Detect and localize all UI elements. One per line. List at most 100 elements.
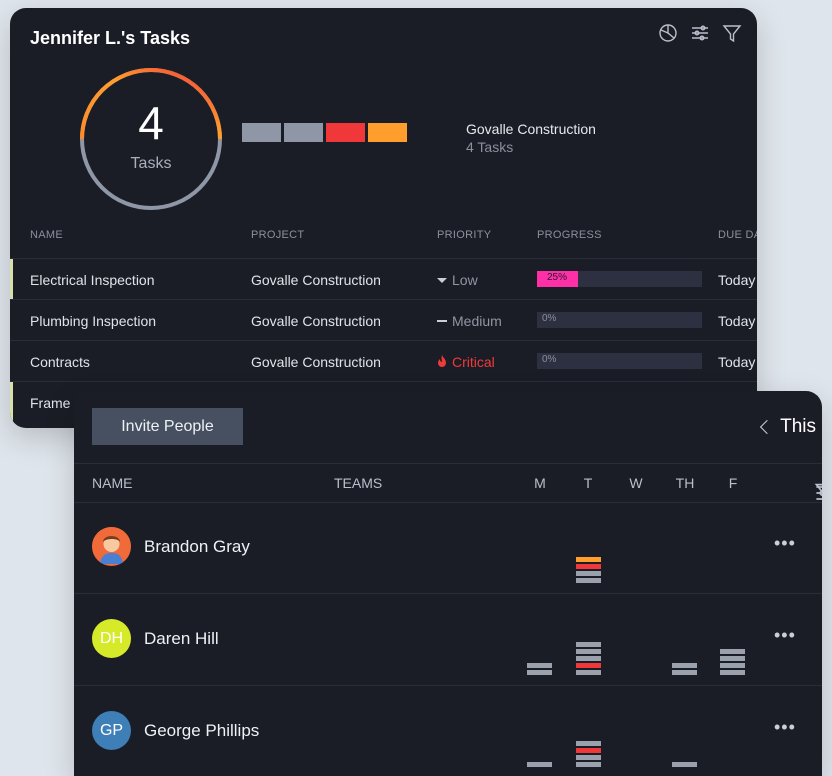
priority-label: Critical xyxy=(452,354,495,370)
workload-block-gray xyxy=(527,663,552,668)
progress-bar: 0% xyxy=(537,353,702,369)
column-header-teams[interactable]: TEAMS xyxy=(334,475,382,491)
task-due-date: Today xyxy=(718,313,756,329)
dash-icon xyxy=(437,320,447,322)
task-name[interactable]: Contracts xyxy=(30,354,90,370)
workload-block-gray xyxy=(720,670,745,675)
workload-t[interactable] xyxy=(576,741,601,767)
workload-block-gray xyxy=(720,649,745,654)
workload-th[interactable] xyxy=(672,663,697,675)
workload-block-gray xyxy=(576,649,601,654)
invite-people-button[interactable]: Invite People xyxy=(92,408,243,445)
workload-block-gray xyxy=(720,656,745,661)
day-header-wednesday: W xyxy=(629,475,643,491)
workload-th[interactable] xyxy=(672,762,697,767)
workload-t[interactable] xyxy=(576,642,601,675)
progress-label: 0% xyxy=(542,354,557,365)
pie-chart-icon[interactable] xyxy=(657,22,679,44)
workload-block-gray xyxy=(527,762,552,767)
task-project: Govalle Construction xyxy=(251,313,381,329)
project-task-count: 4 Tasks xyxy=(466,139,514,155)
member-row[interactable]: DH Daren Hill ••• xyxy=(74,593,822,686)
workload-block-gray xyxy=(576,656,601,661)
priority-low[interactable]: Low xyxy=(437,272,478,288)
team-workload-card: Invite People This NAME TEAMS M T W TH F… xyxy=(74,391,822,776)
week-label: This xyxy=(780,416,816,437)
status-segment-gray xyxy=(242,123,281,142)
status-segment-gray xyxy=(284,123,323,142)
week-navigator: This xyxy=(760,416,816,438)
task-name[interactable]: Plumbing Inspection xyxy=(30,313,156,329)
arrow-down-icon xyxy=(437,277,447,283)
column-header-name[interactable]: NAME xyxy=(30,229,63,241)
flame-icon xyxy=(437,354,447,370)
task-project: Govalle Construction xyxy=(251,354,381,370)
member-name[interactable]: Daren Hill xyxy=(144,629,219,649)
workload-t[interactable] xyxy=(576,557,601,583)
workload-f[interactable] xyxy=(720,649,745,675)
project-name: Govalle Construction xyxy=(466,121,596,137)
column-header-progress[interactable]: PROGRESS xyxy=(537,229,602,241)
column-header-project[interactable]: PROJECT xyxy=(251,229,304,241)
table-row[interactable]: Plumbing Inspection Govalle Construction M… xyxy=(10,299,757,341)
avatar[interactable]: DH xyxy=(92,619,131,658)
status-segment-orange xyxy=(368,123,407,142)
task-due-date: Today xyxy=(718,354,756,370)
day-header-thursday: TH xyxy=(675,475,695,491)
table-row[interactable]: Electrical Inspection Govalle Constructio… xyxy=(10,258,757,300)
workload-block-gray xyxy=(576,578,601,583)
person-avatar-icon xyxy=(92,527,131,566)
table-row[interactable]: Contracts Govalle Construction Critical 0% T… xyxy=(10,340,757,382)
member-name[interactable]: Brandon Gray xyxy=(144,537,250,557)
avatar[interactable] xyxy=(92,527,131,566)
day-header-monday: M xyxy=(534,475,546,491)
workload-block-red xyxy=(576,564,601,569)
avatar[interactable]: GP xyxy=(92,711,131,750)
sliders-icon[interactable] xyxy=(689,22,711,44)
more-options-icon[interactable]: ••• xyxy=(774,533,796,554)
column-header-name[interactable]: NAME xyxy=(92,475,132,491)
priority-label: Low xyxy=(452,272,478,288)
more-options-icon[interactable]: ••• xyxy=(774,717,796,738)
chevron-left-icon[interactable] xyxy=(760,419,775,435)
team-table-header: NAME TEAMS M T W TH F xyxy=(74,463,822,503)
page-title: Jennifer L.'s Tasks xyxy=(30,28,191,48)
progress-label: 0% xyxy=(542,313,557,324)
member-row[interactable]: Brandon Gray ••• xyxy=(74,501,822,594)
workload-block-gray xyxy=(672,762,697,767)
workload-block-gray xyxy=(672,663,697,668)
tasks-card: Jennifer L.'s Tasks 4 Tasks Govalle Cons… xyxy=(10,8,757,428)
filter-icon[interactable] xyxy=(721,22,743,44)
tasks-toolbar xyxy=(657,22,743,44)
task-status-bar xyxy=(242,123,407,142)
workload-block-gray xyxy=(576,670,601,675)
day-header-friday: F xyxy=(728,475,738,491)
task-count-label: Tasks xyxy=(130,155,172,172)
task-name[interactable]: Frame xyxy=(30,395,70,411)
workload-block-gray xyxy=(576,571,601,576)
member-name[interactable]: George Phillips xyxy=(144,721,259,741)
task-name[interactable]: Electrical Inspection xyxy=(30,272,155,288)
workload-block-gray xyxy=(576,762,601,767)
status-segment-red xyxy=(326,123,365,142)
task-project: Govalle Construction xyxy=(251,272,381,288)
priority-label: Medium xyxy=(452,313,502,329)
workload-block-gray xyxy=(576,755,601,760)
workload-block-gray xyxy=(720,663,745,668)
priority-critical[interactable]: Critical xyxy=(437,354,495,370)
progress-bar: 25% xyxy=(537,271,702,287)
day-header-tuesday: T xyxy=(583,475,593,491)
workload-m[interactable] xyxy=(527,663,552,675)
workload-m[interactable] xyxy=(527,762,552,767)
workload-block-gray xyxy=(576,642,601,647)
more-options-icon[interactable]: ••• xyxy=(774,625,796,646)
workload-block-gray xyxy=(576,741,601,746)
member-row[interactable]: GP George Phillips ••• xyxy=(74,685,822,776)
workload-block-red xyxy=(576,663,601,668)
column-header-priority[interactable]: PRIORITY xyxy=(437,229,491,241)
workload-block-gray xyxy=(672,670,697,675)
priority-medium[interactable]: Medium xyxy=(437,313,502,329)
workload-block-red xyxy=(576,748,601,753)
column-header-due-date[interactable]: DUE DA xyxy=(718,229,757,241)
progress-label: 25% xyxy=(547,272,568,283)
